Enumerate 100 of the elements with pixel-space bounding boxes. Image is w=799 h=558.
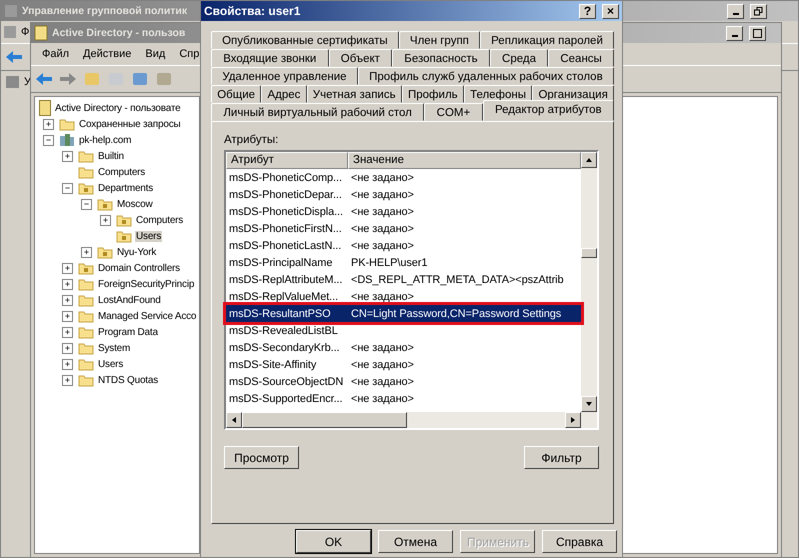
tab[interactable]: Безопасность bbox=[392, 49, 490, 67]
dialog-title: Свойства: user1 bbox=[204, 4, 300, 18]
close-button[interactable]: × bbox=[602, 4, 619, 18]
attribute-name: msDS-PhoneticLastN... bbox=[228, 240, 342, 252]
folder-icon bbox=[116, 229, 132, 243]
scroll-right-button[interactable] bbox=[565, 412, 581, 428]
tree-item[interactable]: LostAndFound bbox=[97, 294, 162, 306]
tab[interactable]: Объект bbox=[328, 49, 392, 67]
tab[interactable]: Опубликованные сертификаты bbox=[211, 31, 399, 49]
tree-item[interactable]: Departments bbox=[97, 182, 154, 194]
maximize-icon bbox=[753, 28, 762, 38]
scroll-thumb[interactable] bbox=[242, 412, 407, 428]
tab[interactable]: Репликация паролей bbox=[480, 31, 614, 49]
dialog-button[interactable]: Просмотр bbox=[224, 446, 299, 469]
attribute-row[interactable]: msDS-PhoneticDispla... <не задано> bbox=[226, 203, 581, 220]
attribute-row[interactable]: msDS-PhoneticDepar... <не задано> bbox=[226, 186, 581, 203]
scroll-thumb[interactable] bbox=[581, 248, 597, 258]
tab[interactable]: Адрес bbox=[261, 85, 307, 103]
folder-icon bbox=[97, 245, 113, 259]
tree-item[interactable]: Users bbox=[97, 358, 124, 370]
tree-item[interactable]: Users bbox=[135, 230, 162, 242]
tab[interactable]: COM+ bbox=[424, 103, 483, 121]
menu-item[interactable]: Ф bbox=[21, 26, 30, 38]
tree-toggle[interactable]: + bbox=[62, 278, 73, 290]
maximize-button[interactable] bbox=[749, 26, 766, 40]
column-header[interactable]: Атрибут bbox=[226, 152, 348, 169]
tab[interactable]: Профиль bbox=[402, 85, 464, 103]
restore-button[interactable] bbox=[750, 4, 767, 18]
attribute-row[interactable]: msDS-RevealedListBL bbox=[226, 322, 581, 339]
dialog-button[interactable]: Фильтр bbox=[524, 446, 599, 469]
attribute-row[interactable]: msDS-PrincipalName PK-HELP\user1 bbox=[226, 254, 581, 271]
tree-item[interactable]: Builtin bbox=[97, 150, 125, 162]
tree-toggle[interactable]: − bbox=[81, 198, 92, 210]
list-label: Атрибуты: bbox=[224, 134, 278, 146]
menu-item[interactable]: Действие bbox=[83, 48, 132, 60]
book-icon bbox=[34, 25, 48, 41]
attribute-row[interactable]: msDS-ResultantPSO CN=Light Password,CN=Password Settings bbox=[226, 305, 581, 322]
tree-item[interactable]: NTDS Quotas bbox=[97, 374, 160, 386]
dialog-button[interactable]: Справка bbox=[542, 530, 617, 553]
tab[interactable]: Сеансы bbox=[548, 49, 614, 67]
tree-item[interactable]: Domain Controllers bbox=[97, 262, 181, 274]
menu-item[interactable]: Файл bbox=[42, 48, 70, 60]
menu-item[interactable]: Вид bbox=[145, 48, 166, 60]
tab[interactable]: Член групп bbox=[398, 31, 480, 49]
back-arrow-icon[interactable] bbox=[35, 72, 53, 86]
tree-item[interactable]: Сохраненные запросы bbox=[78, 118, 182, 130]
scroll-left-button[interactable] bbox=[226, 412, 242, 428]
tree-toggle[interactable]: − bbox=[62, 182, 73, 194]
menu-item[interactable]: Спр bbox=[179, 48, 200, 60]
tree-item[interactable]: ForeignSecurityPrincip bbox=[97, 278, 196, 290]
attribute-row[interactable]: msDS-SupportedEncr... <не задано> bbox=[226, 390, 581, 407]
attribute-row[interactable]: msDS-PhoneticLastN... <не задано> bbox=[226, 237, 581, 254]
back-arrow-icon[interactable] bbox=[5, 50, 23, 64]
tab[interactable]: Общие bbox=[211, 85, 262, 103]
tab[interactable]: Редактор атрибутов bbox=[482, 100, 614, 121]
tab[interactable]: Личный виртуальный рабочий стол bbox=[211, 103, 424, 121]
minimize-button[interactable] bbox=[726, 26, 743, 40]
help-button[interactable]: ? bbox=[579, 4, 596, 18]
vertical-scrollbar[interactable] bbox=[581, 152, 597, 412]
minimize-button[interactable] bbox=[727, 4, 744, 18]
tree-item[interactable]: pk-help.com bbox=[78, 134, 132, 146]
tree-toggle[interactable]: + bbox=[62, 326, 73, 338]
tree-toggle[interactable]: + bbox=[81, 246, 92, 258]
attribute-row[interactable]: msDS-PhoneticFirstN... <не задано> bbox=[226, 220, 581, 237]
tree-toggle[interactable]: + bbox=[62, 150, 73, 162]
tree-toggle[interactable]: + bbox=[100, 214, 111, 226]
attribute-row[interactable]: msDS-SourceObjectDN <не задано> bbox=[226, 373, 581, 390]
tree-toggle[interactable]: + bbox=[62, 374, 73, 386]
tree-toggle[interactable]: + bbox=[43, 118, 54, 130]
attribute-row[interactable]: msDS-Site-Affinity <не задано> bbox=[226, 356, 581, 373]
attribute-row[interactable]: msDS-ReplAttributeM... <DS_REPL_ATTR_META_DATA><pszAttrib bbox=[226, 271, 581, 288]
tree-item[interactable]: Computers bbox=[135, 214, 184, 226]
tree-toggle[interactable]: − bbox=[43, 134, 54, 146]
tree-item[interactable]: System bbox=[97, 342, 132, 354]
tab[interactable]: Профиль служб удаленных рабочих столов bbox=[358, 67, 614, 85]
tree-item[interactable]: Managed Service Acco bbox=[97, 310, 198, 322]
tree-toggle[interactable]: + bbox=[62, 310, 73, 322]
column-header[interactable]: Значение bbox=[348, 152, 581, 169]
tree-item[interactable]: Computers bbox=[97, 166, 146, 178]
dialog-button[interactable]: Отмена bbox=[378, 530, 453, 553]
tree-item[interactable]: Program Data bbox=[97, 326, 159, 338]
scroll-up-button[interactable] bbox=[581, 152, 597, 168]
attribute-row[interactable]: msDS-SecondaryKrb... <не задано> bbox=[226, 339, 581, 356]
scroll-down-button[interactable] bbox=[581, 396, 597, 412]
tree-item[interactable]: Active Directory - пользовате bbox=[54, 102, 182, 114]
tree-toggle[interactable]: + bbox=[62, 262, 73, 274]
tree-item[interactable]: Nyu-York bbox=[116, 246, 158, 258]
horizontal-scrollbar[interactable] bbox=[226, 412, 597, 428]
tree-item[interactable]: Moscow bbox=[116, 198, 154, 210]
tree-toggle[interactable]: + bbox=[62, 342, 73, 354]
book-icon bbox=[39, 100, 51, 116]
tab[interactable]: Среда bbox=[490, 49, 548, 67]
tab[interactable]: Учетная запись bbox=[306, 85, 402, 103]
attribute-row[interactable]: msDS-ReplValueMet... <не задано> bbox=[226, 288, 581, 305]
tree-toggle[interactable]: + bbox=[62, 294, 73, 306]
attribute-row[interactable]: msDS-PhoneticComp... <не задано> bbox=[226, 169, 581, 186]
tab[interactable]: Удаленное управление bbox=[211, 67, 358, 85]
tree-toggle[interactable]: + bbox=[62, 358, 73, 370]
tab[interactable]: Входящие звонки bbox=[211, 49, 329, 67]
dialog-button[interactable]: OK bbox=[296, 530, 371, 553]
